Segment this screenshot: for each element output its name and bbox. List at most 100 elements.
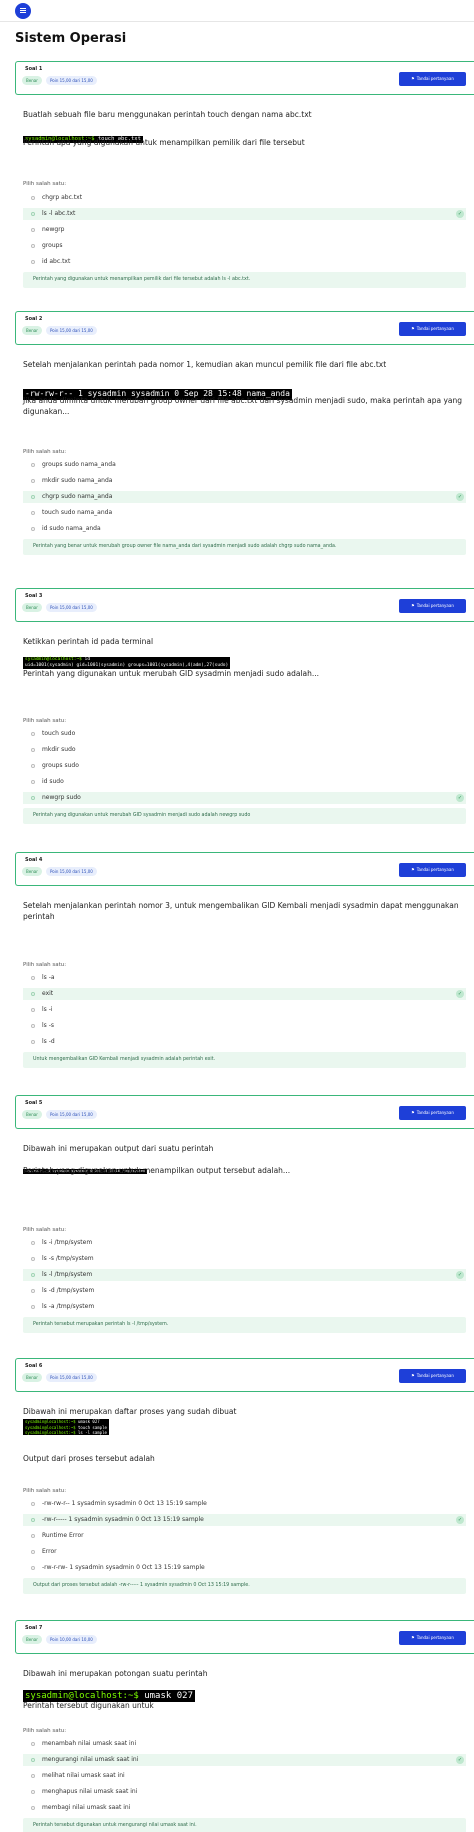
- answer-option[interactable]: chgrp sudo nama_anda ✓: [23, 491, 466, 503]
- flag-question-button[interactable]: ⚑ Tandai pertanyaan: [399, 599, 466, 613]
- radio-button[interactable]: [31, 992, 35, 996]
- radio-button[interactable]: [31, 976, 35, 980]
- radio-button[interactable]: [31, 1742, 35, 1746]
- answer-option[interactable]: newgrp: [23, 224, 466, 236]
- answer-option-label: newgrp: [42, 226, 65, 233]
- radio-button[interactable]: [31, 1040, 35, 1044]
- radio-button[interactable]: [31, 780, 35, 784]
- answer-option[interactable]: chgrp abc.txt: [23, 192, 466, 204]
- check-icon: ✓: [456, 1756, 464, 1764]
- radio-button[interactable]: [31, 260, 35, 264]
- answer-option[interactable]: mengurangi nilai umask saat ini ✓: [23, 1754, 466, 1766]
- answer-option[interactable]: touch sudo: [23, 728, 466, 740]
- answer-option[interactable]: ls -a /tmp/system: [23, 1301, 466, 1313]
- radio-button[interactable]: [31, 1289, 35, 1293]
- answer-option[interactable]: touch sudo nama_anda: [23, 507, 466, 519]
- radio-button[interactable]: [31, 1273, 35, 1277]
- radio-button[interactable]: [31, 732, 35, 736]
- answer-option[interactable]: menambah nilai umask saat ini: [23, 1738, 466, 1750]
- question-prompt: Perintah yang digunakan untuk merubah GI…: [23, 669, 320, 678]
- radio-button[interactable]: [31, 1024, 35, 1028]
- answer-option-label: touch sudo nama_anda: [42, 509, 113, 516]
- points-badge: Poin 15,00 dari 15,00: [46, 1373, 97, 1382]
- radio-button[interactable]: [31, 463, 35, 467]
- radio-button[interactable]: [31, 1502, 35, 1506]
- answer-option-label: ls -i /tmp/system: [42, 1239, 93, 1246]
- radio-button[interactable]: [31, 495, 35, 499]
- answer-option[interactable]: membagi nilai umask saat ini: [23, 1802, 466, 1814]
- radio-button[interactable]: [31, 748, 35, 752]
- radio-button[interactable]: [31, 1774, 35, 1778]
- radio-button[interactable]: [31, 479, 35, 483]
- radio-button[interactable]: [31, 1008, 35, 1012]
- answer-option[interactable]: id sudo: [23, 776, 466, 788]
- radio-button[interactable]: [31, 1550, 35, 1554]
- radio-button[interactable]: [31, 244, 35, 248]
- answer-option[interactable]: ls -i: [23, 1004, 466, 1016]
- answer-option[interactable]: exit ✓: [23, 988, 466, 1000]
- radio-button[interactable]: [31, 1305, 35, 1309]
- radio-button[interactable]: [31, 527, 35, 531]
- answer-option[interactable]: ls -a: [23, 972, 466, 984]
- answer-option-label: id abc.txt: [42, 258, 71, 265]
- question-text: Buatlah sebuah file baru menggunakan per…: [23, 110, 312, 119]
- question-card: Soal 2 Benar Poin 15,00 dari 15,00 ⚑ Tandai …: [15, 311, 474, 555]
- answer-option[interactable]: ls -d /tmp/system: [23, 1285, 466, 1297]
- answer-option[interactable]: Runtime Error: [23, 1530, 466, 1542]
- flag-question-button[interactable]: ⚑ Tandai pertanyaan: [399, 1106, 466, 1120]
- answer-option[interactable]: groups: [23, 240, 466, 252]
- flag-question-button[interactable]: ⚑ Tandai pertanyaan: [399, 322, 466, 336]
- answer-option[interactable]: groups sudo: [23, 760, 466, 772]
- flag-question-button[interactable]: ⚑ Tandai pertanyaan: [399, 72, 466, 86]
- radio-button[interactable]: [31, 1758, 35, 1762]
- points-badge: Poin 10,00 dari 10,00: [46, 1635, 97, 1644]
- radio-button[interactable]: [31, 796, 35, 800]
- radio-button[interactable]: [31, 1790, 35, 1794]
- radio-button[interactable]: [31, 1806, 35, 1810]
- answer-option[interactable]: mkdir sudo nama_anda: [23, 475, 466, 487]
- flag-icon: ⚑: [411, 76, 415, 81]
- question-card: Soal 6 Benar Poin 15,00 dari 15,00 ⚑ Tandai …: [15, 1358, 474, 1594]
- flag-icon: ⚑: [411, 1373, 415, 1378]
- radio-button[interactable]: [31, 764, 35, 768]
- answer-option[interactable]: id abc.txt: [23, 256, 466, 268]
- radio-button[interactable]: [31, 228, 35, 232]
- answer-option-label: chgrp sudo nama_anda: [42, 493, 113, 500]
- question-card: Soal 5 Benar Poin 15,00 dari 15,00 ⚑ Tandai …: [15, 1095, 474, 1333]
- radio-button[interactable]: [31, 511, 35, 515]
- answer-option[interactable]: ls -l /tmp/system ✓: [23, 1269, 466, 1281]
- answer-option[interactable]: ls -s /tmp/system: [23, 1253, 466, 1265]
- answer-option-label: chgrp abc.txt: [42, 194, 83, 201]
- answer-option[interactable]: menghapus nilai umask saat ini: [23, 1786, 466, 1798]
- flag-question-button[interactable]: ⚑ Tandai pertanyaan: [399, 863, 466, 877]
- answer-option[interactable]: -rw-r----- 1 sysadmin sysadmin 0 Oct 13 …: [23, 1514, 466, 1526]
- answer-option[interactable]: ls -i /tmp/system: [23, 1237, 466, 1249]
- radio-button[interactable]: [31, 196, 35, 200]
- answer-option[interactable]: -rw-rw-r-- 1 sysadmin sysadmin 0 Oct 13 …: [23, 1498, 466, 1510]
- answer-option[interactable]: mkdir sudo: [23, 744, 466, 756]
- answer-option-label: ls -l /tmp/system: [42, 1271, 93, 1278]
- radio-button[interactable]: [31, 1518, 35, 1522]
- answer-option[interactable]: id sudo nama_anda: [23, 523, 466, 535]
- radio-button[interactable]: [31, 1257, 35, 1261]
- answer-option[interactable]: Error: [23, 1546, 466, 1558]
- flag-question-button[interactable]: ⚑ Tandai pertanyaan: [399, 1631, 466, 1645]
- answer-option[interactable]: groups sudo nama_anda: [23, 459, 466, 471]
- answer-option[interactable]: melihat nilai umask saat ini: [23, 1770, 466, 1782]
- radio-button[interactable]: [31, 1534, 35, 1538]
- question-info: Soal 7 Benar Poin 10,00 dari 10,00 ⚑ Tandai …: [15, 1620, 474, 1654]
- flag-question-button[interactable]: ⚑ Tandai pertanyaan: [399, 1369, 466, 1383]
- radio-button[interactable]: [31, 1566, 35, 1570]
- question-card: Soal 1 Benar Poin 15,00 dari 15,00 ⚑ Tandai …: [15, 61, 474, 288]
- answer-option[interactable]: -rw-r-rw- 1 sysadmin sysadmin 0 Oct 13 1…: [23, 1562, 466, 1574]
- answer-option[interactable]: ls -s: [23, 1020, 466, 1032]
- points-badge: Poin 15,00 dari 15,00: [46, 603, 97, 612]
- terminal-command: id: [81, 656, 91, 662]
- answer-option-label: newgrp sudo: [42, 794, 81, 801]
- radio-button[interactable]: [31, 212, 35, 216]
- radio-button[interactable]: [31, 1241, 35, 1245]
- answer-option[interactable]: ls -l abc.txt ✓: [23, 208, 466, 220]
- menu-icon[interactable]: [15, 3, 31, 19]
- answer-option[interactable]: newgrp sudo ✓: [23, 792, 466, 804]
- answer-option[interactable]: ls -d: [23, 1036, 466, 1048]
